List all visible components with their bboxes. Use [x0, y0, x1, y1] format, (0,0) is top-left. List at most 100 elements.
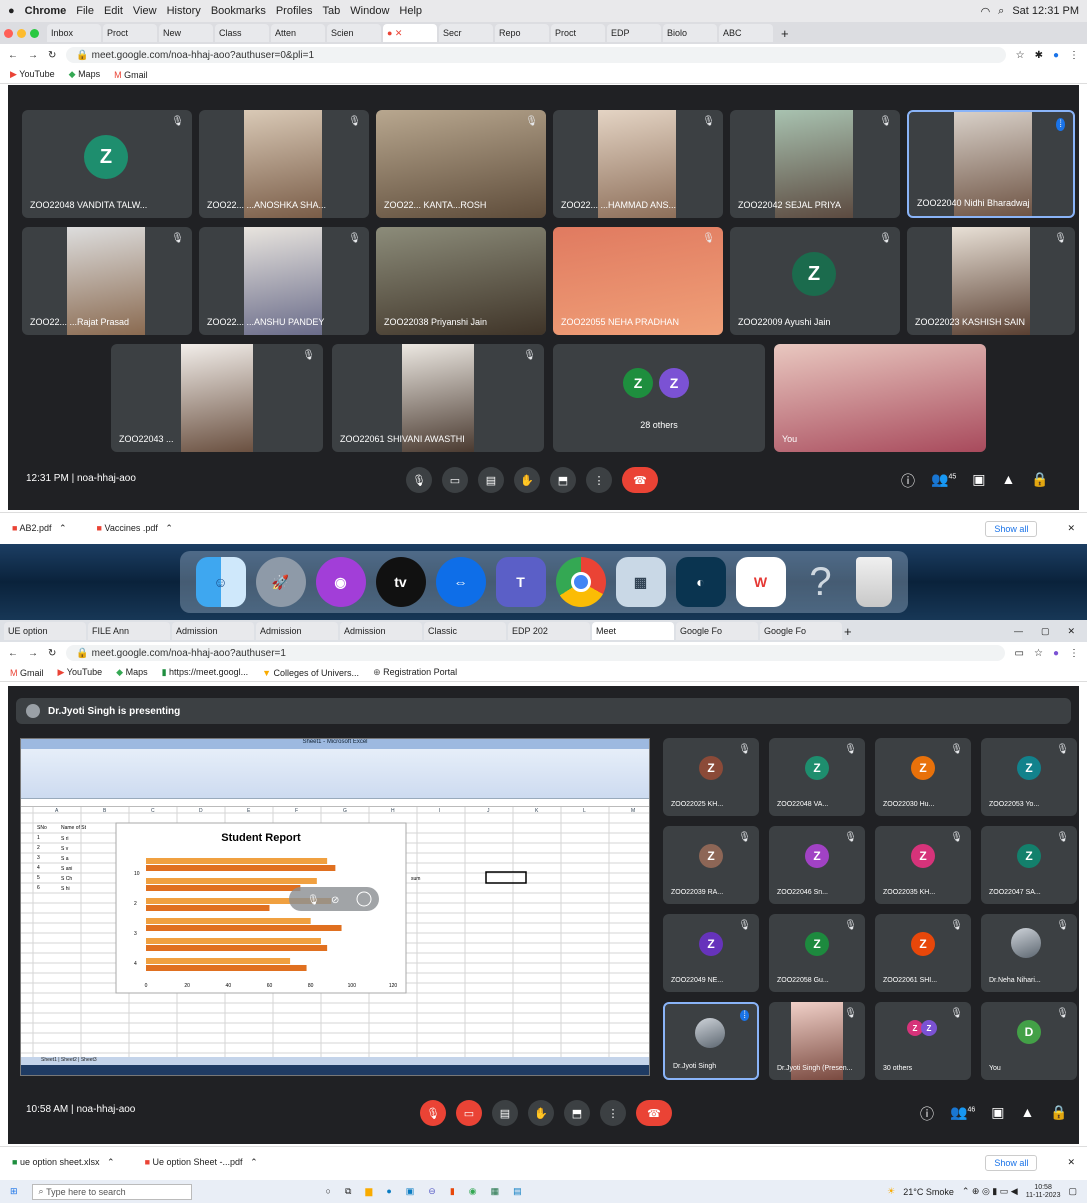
participant-tile[interactable]: Z 🎙 ZOO22046 Sn... — [769, 826, 865, 904]
self-tile[interactable]: You — [774, 344, 986, 452]
participant-tile[interactable]: D 🎙 You — [981, 1002, 1077, 1080]
tab-file[interactable]: FILE Ann — [88, 622, 170, 640]
reload-icon[interactable]: ↻ — [48, 648, 56, 659]
taskbar-search[interactable]: ⌕ Type here to search — [31, 1183, 192, 1200]
help-icon[interactable]: ? — [796, 557, 846, 607]
participant-tile-speaking[interactable]: ⁞ ZOO22040 Nidhi Bharadwaj — [907, 110, 1075, 218]
bookmark-youtube[interactable]: ▶ YouTube — [58, 667, 103, 678]
menu-window[interactable]: Window — [350, 5, 389, 17]
column-header[interactable]: G — [343, 808, 347, 814]
more-options-icon[interactable]: ⋮ — [586, 467, 612, 493]
teamviewer-icon[interactable]: ⇔ — [435, 557, 486, 607]
star-icon[interactable]: ☆ — [1034, 648, 1043, 659]
close-icon[interactable]: ✕ — [1067, 1157, 1075, 1168]
tab-admission-1[interactable]: Admission — [172, 622, 254, 640]
office-icon[interactable]: ▮ — [450, 1186, 455, 1197]
search-icon[interactable]: ⌕ — [998, 5, 1004, 18]
apple-tv-icon[interactable]: tv — [375, 557, 426, 607]
close-window-icon[interactable]: ✕ — [1067, 626, 1075, 637]
column-header[interactable]: F — [295, 808, 298, 814]
participant-tile[interactable]: Z 🎙 ZOO22048 VANDITA TALW... — [22, 110, 192, 218]
bookmark-meet[interactable]: ▮ https://meet.googl... — [162, 667, 249, 678]
system-tray-icons[interactable]: ⌃ ⊕ ◎ ▮ ▭ ◀ — [962, 1186, 1018, 1197]
window-controls[interactable] — [4, 28, 39, 38]
end-call-button[interactable]: ☎ — [636, 1100, 672, 1126]
zoom-window-icon[interactable] — [30, 28, 39, 38]
menu-help[interactable]: Help — [399, 5, 422, 17]
notifications-icon[interactable]: ▢ — [1068, 1186, 1077, 1197]
tab-secr[interactable]: Secr — [439, 24, 493, 42]
back-icon[interactable]: ← — [8, 648, 18, 659]
minimize-icon[interactable]: — — [1014, 626, 1023, 637]
tab-atten[interactable]: Atten — [271, 24, 325, 42]
column-header[interactable]: L — [583, 808, 586, 814]
bookmark-gmail[interactable]: M Gmail — [10, 668, 44, 678]
bookmark-maps[interactable]: ◆ Maps — [116, 667, 147, 678]
tab-scien[interactable]: Scien — [327, 24, 381, 42]
captions-icon[interactable]: ▤ — [478, 467, 504, 493]
app-menu[interactable]: Chrome — [25, 5, 67, 17]
camera-off-icon[interactable]: ▭ — [456, 1100, 482, 1126]
windows-start-icon[interactable]: ⊞ — [10, 1186, 18, 1197]
task-view-icon[interactable]: ⧉ — [345, 1186, 351, 1197]
menu-kebab-icon[interactable]: ⋮ — [1069, 50, 1079, 61]
menu-kebab-icon[interactable]: ⋮ — [1069, 648, 1079, 659]
bookmark-registration[interactable]: ⊕ Registration Portal — [373, 667, 457, 678]
url-field[interactable]: 🔒 meet.google.com/noa-hhaj-aoo?authuser=… — [66, 47, 1006, 63]
tab-proct-2[interactable]: Proct — [551, 24, 605, 42]
participant-tile[interactable]: 🎙 Dr.Neha Nihari... — [981, 914, 1077, 992]
clock[interactable]: 10:58 11-11-2023 — [1026, 1184, 1061, 1200]
people-icon[interactable]: 👥45 — [931, 471, 956, 491]
bookmark-gmail[interactable]: M Gmail — [114, 70, 148, 80]
participant-tile[interactable]: Z 🎙 ZOO22030 Hu... — [875, 738, 971, 816]
tab-class[interactable]: Class — [215, 24, 269, 42]
chevron-up-icon[interactable]: ⌃ — [245, 1157, 258, 1167]
maximize-icon[interactable]: ▢ — [1041, 626, 1050, 637]
extensions-icon[interactable]: ✱ — [1035, 50, 1043, 61]
download-item[interactable]: ■ Ue option Sheet -...pdf ⌃ — [145, 1157, 258, 1168]
weather-text[interactable]: 21°C Smoke — [903, 1187, 954, 1197]
wifi-icon[interactable]: ◠ — [981, 5, 991, 18]
participant-tile[interactable]: Z 🎙 ZOO22039 RA... — [663, 826, 759, 904]
participant-tile[interactable]: 🎙 ZOO22... ...ANSHU PANDEY — [199, 227, 369, 335]
end-call-button[interactable]: ☎ — [622, 467, 658, 493]
participant-tile[interactable]: 🎙 ZOO22... KANTA...ROSH — [376, 110, 546, 218]
minimize-window-icon[interactable] — [17, 28, 26, 38]
floating-mic-toolbar[interactable]: 🎙 ⊘ — [289, 887, 379, 911]
apple-menu-icon[interactable]: ● — [8, 5, 15, 17]
finder-icon[interactable]: ☺ — [195, 557, 246, 607]
preview-icon[interactable]: ▦ — [615, 557, 666, 607]
column-header[interactable]: C — [151, 808, 155, 814]
tab-google-forms-1[interactable]: Google Fo — [676, 622, 758, 640]
present-icon[interactable]: ⬒ — [564, 1100, 590, 1126]
trash-icon[interactable] — [855, 557, 892, 607]
participant-tile[interactable]: Z 🎙 ZOO22047 SA... — [981, 826, 1077, 904]
podcasts-icon[interactable]: ◉ — [315, 557, 366, 607]
participant-tile[interactable]: 🎙 ZOO22061 SHIVANI AWASTHI — [332, 344, 544, 452]
cortana-icon[interactable]: ○ — [326, 1186, 331, 1197]
tab-repo[interactable]: Repo — [495, 24, 549, 42]
star-icon[interactable]: ☆ — [1016, 50, 1025, 61]
close-icon[interactable]: ✕ — [1067, 523, 1075, 534]
mic-off-icon[interactable]: 🎙 — [420, 1100, 446, 1126]
bookmark-youtube[interactable]: ▶ YouTube — [10, 69, 55, 80]
teams-icon[interactable]: T — [495, 557, 546, 607]
column-header[interactable]: H — [391, 808, 395, 814]
column-header[interactable]: D — [199, 808, 203, 814]
column-header[interactable]: M — [631, 808, 635, 814]
column-header[interactable]: I — [439, 808, 440, 814]
app-icon[interactable]: ◐ — [675, 557, 726, 607]
participant-tile[interactable]: ZOO22038 Priyanshi Jain — [376, 227, 546, 335]
participant-tile[interactable]: 🎙 ZOO22042 SEJAL PRIYA — [730, 110, 900, 218]
participant-tile[interactable]: 🎙 Dr.Jyoti Singh (Presen... — [769, 1002, 865, 1080]
participant-tile[interactable]: ⁞ Dr.Jyoti Singh — [663, 1002, 759, 1080]
photos-icon[interactable]: ▤ — [513, 1186, 522, 1197]
chevron-up-icon[interactable]: ⌃ — [102, 1157, 115, 1167]
store-icon[interactable]: ▣ — [406, 1186, 415, 1197]
show-all-button[interactable]: Show all — [985, 520, 1038, 537]
participant-tile[interactable]: Z 🎙 ZOO22009 Ayushi Jain — [730, 227, 900, 335]
tab-ue-option[interactable]: UE option — [4, 622, 86, 640]
chat-icon[interactable]: ▣ — [972, 471, 985, 491]
show-all-button[interactable]: Show all — [985, 1154, 1038, 1171]
file-explorer-icon[interactable]: ▆ — [365, 1186, 372, 1197]
